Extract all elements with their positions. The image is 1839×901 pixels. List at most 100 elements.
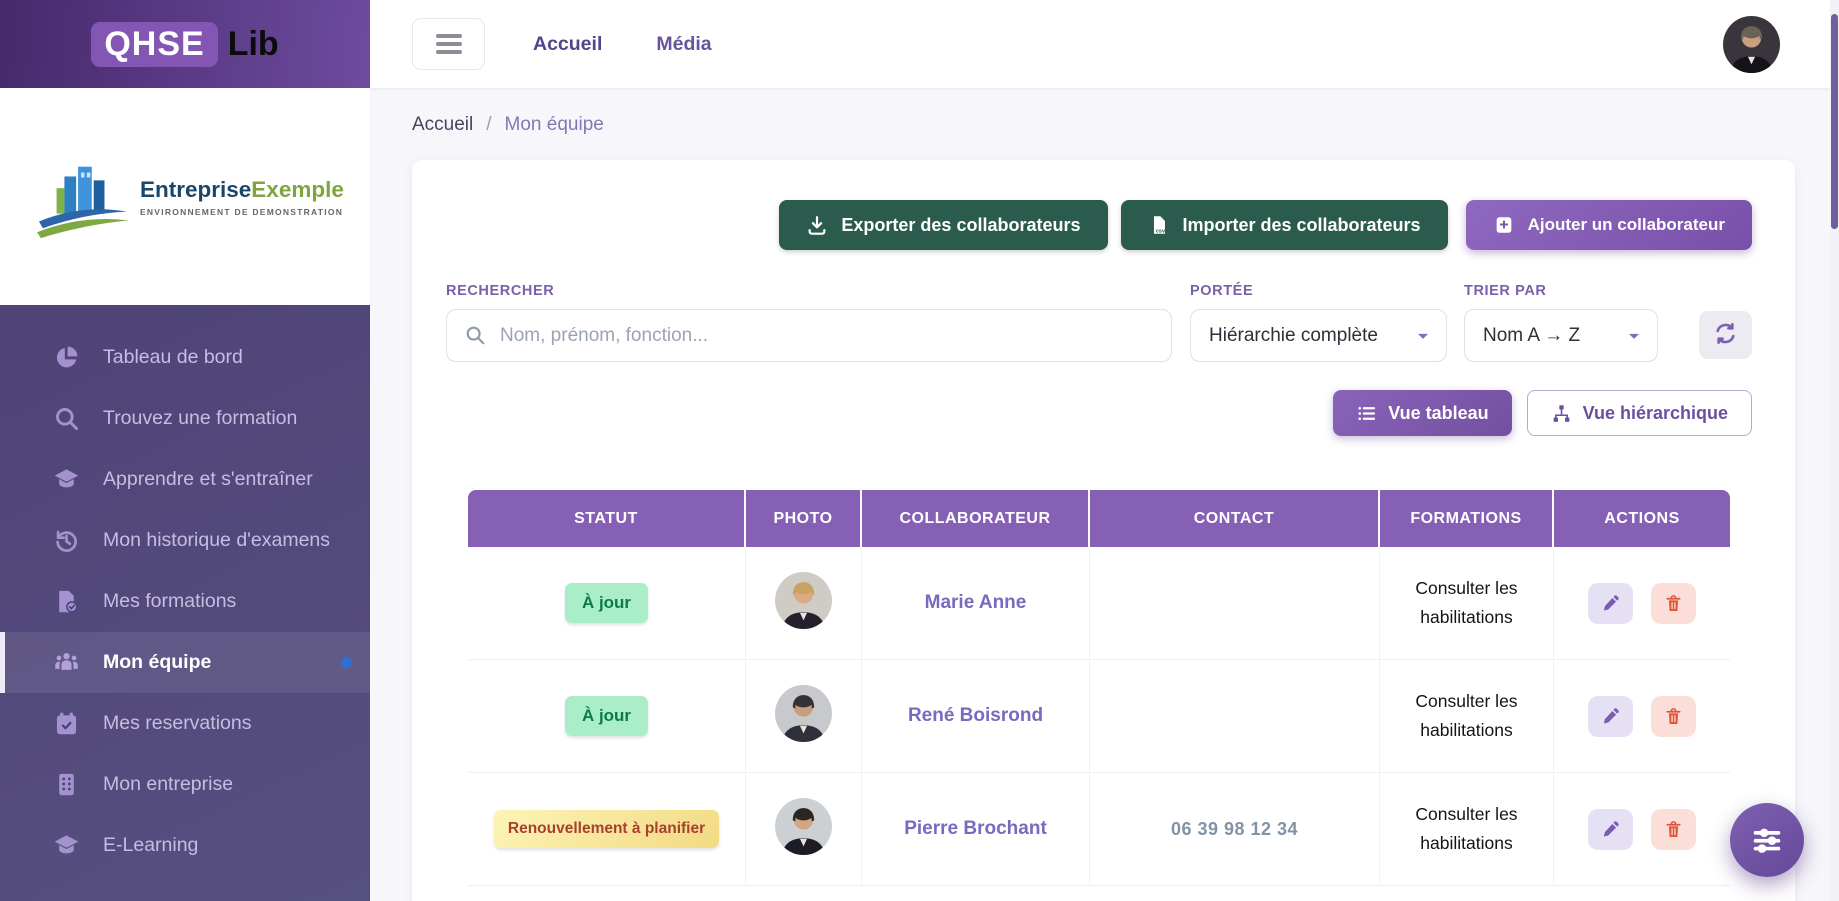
collaborator-photo bbox=[775, 798, 832, 855]
sidebar-item-mes-reservations[interactable]: Mes reservations bbox=[0, 693, 370, 754]
pencil-icon bbox=[1601, 707, 1620, 726]
chevron-down-icon bbox=[1413, 326, 1433, 346]
header-photo: PHOTO bbox=[746, 490, 862, 547]
sidebar-item-label: Mon équipe bbox=[103, 651, 211, 674]
edit-button[interactable] bbox=[1588, 696, 1633, 737]
consult-habilitations-link[interactable]: Consulter les habilitations bbox=[1404, 574, 1529, 632]
download-icon bbox=[806, 214, 828, 236]
menu-toggle-button[interactable] bbox=[412, 18, 485, 70]
logo-qhse: QHSE bbox=[91, 22, 217, 67]
toolbar: Exporter des collaborateurs csv Importer… bbox=[446, 200, 1752, 250]
status-badge: À jour bbox=[565, 696, 648, 736]
add-collaborator-button[interactable]: Ajouter un collaborateur bbox=[1466, 200, 1752, 250]
table-view-button[interactable]: Vue tableau bbox=[1333, 390, 1511, 436]
team-icon bbox=[53, 649, 80, 676]
edit-button[interactable] bbox=[1588, 583, 1633, 624]
search-label: RECHERCHER bbox=[446, 283, 1172, 299]
logo-lib: Lib bbox=[228, 25, 279, 64]
import-label: Importer des collaborateurs bbox=[1183, 215, 1421, 236]
sidebar-item-mon-historique-d-examens[interactable]: Mon historique d'examens bbox=[0, 510, 370, 571]
sidebar-item-mon-entreprise[interactable]: Mon entreprise bbox=[0, 754, 370, 815]
sitemap-icon bbox=[1551, 403, 1572, 424]
sort-select[interactable]: Nom A → Z bbox=[1464, 309, 1658, 362]
breadcrumb: Accueil / Mon équipe bbox=[412, 112, 1795, 138]
export-label: Exporter des collaborateurs bbox=[841, 215, 1080, 236]
refresh-icon bbox=[1713, 321, 1738, 349]
sidebar-item-e-learning[interactable]: E-Learning bbox=[0, 815, 370, 876]
filters-fab[interactable] bbox=[1730, 803, 1804, 877]
sliders-icon bbox=[1747, 820, 1787, 860]
file-check-icon bbox=[53, 588, 80, 615]
scope-select[interactable]: Hiérarchie complète bbox=[1190, 309, 1447, 362]
company-logo-block: EntrepriseExemple ENVIRONNEMENT DE DEMON… bbox=[0, 88, 370, 305]
table-header-row: STATUT PHOTO COLLABORATEUR CONTACT FORMA… bbox=[468, 490, 1730, 547]
breadcrumb-home[interactable]: Accueil bbox=[412, 114, 473, 136]
sidebar-item-mes-formations[interactable]: Mes formations bbox=[0, 571, 370, 632]
search-icon bbox=[464, 324, 486, 346]
svg-text:csv: csv bbox=[1155, 229, 1165, 235]
sidebar-item-trouvez-une-formation[interactable]: Trouvez une formation bbox=[0, 388, 370, 449]
edit-button[interactable] bbox=[1588, 809, 1633, 850]
sort-value: Nom A → Z bbox=[1483, 325, 1580, 347]
calendar-check-icon bbox=[53, 710, 80, 737]
trash-icon bbox=[1664, 820, 1683, 839]
consult-habilitations-link[interactable]: Consulter les habilitations bbox=[1404, 687, 1529, 745]
sidebar-item-label: Tableau de bord bbox=[103, 346, 243, 369]
table-row: À jour René Boisrond Consulter les habilit… bbox=[468, 660, 1730, 773]
header-formations: FORMATIONS bbox=[1380, 490, 1554, 547]
pie-chart-icon bbox=[53, 344, 80, 371]
plus-square-icon bbox=[1493, 214, 1515, 236]
collaborator-name[interactable]: Marie Anne bbox=[925, 592, 1027, 613]
delete-button[interactable] bbox=[1651, 583, 1696, 624]
header-statut: STATUT bbox=[468, 490, 746, 547]
collaborator-name[interactable]: Pierre Brochant bbox=[904, 818, 1047, 839]
hamburger-icon bbox=[436, 30, 462, 59]
company-name: EntrepriseExemple bbox=[140, 177, 344, 203]
table-row: Renouvellement à planifierPierre Brochan… bbox=[468, 773, 1730, 886]
table-view-label: Vue tableau bbox=[1388, 403, 1488, 424]
hierarchy-view-button[interactable]: Vue hiérarchique bbox=[1527, 390, 1752, 436]
sidebar-item-label: Mon historique d'examens bbox=[103, 529, 330, 552]
view-toggle: Vue tableau Vue hiérarchique bbox=[446, 390, 1752, 436]
sidebar-item-label: Mon entreprise bbox=[103, 773, 233, 796]
file-csv-icon: csv bbox=[1148, 214, 1170, 236]
page-content: Accueil / Mon équipe Exporter des collab… bbox=[370, 88, 1839, 901]
notification-dot bbox=[341, 657, 352, 668]
sidebar-menu: Tableau de bord Trouvez une formation Appr… bbox=[0, 305, 370, 901]
header-contact: CONTACT bbox=[1090, 490, 1380, 547]
scrollbar-thumb[interactable] bbox=[1831, 14, 1838, 229]
sidebar-item-apprendre-et-s-entra-ner[interactable]: Apprendre et s'entraîner bbox=[0, 449, 370, 510]
search-input[interactable] bbox=[446, 309, 1172, 362]
trash-icon bbox=[1664, 594, 1683, 613]
status-badge: À jour bbox=[565, 583, 648, 623]
collaborator-contact: 06 39 98 12 34 bbox=[1171, 819, 1298, 839]
collaborator-photo bbox=[775, 572, 832, 629]
add-label: Ajouter un collaborateur bbox=[1528, 215, 1725, 235]
export-collaborators-button[interactable]: Exporter des collaborateurs bbox=[779, 200, 1107, 250]
company-logo-icon bbox=[32, 153, 132, 241]
refresh-button[interactable] bbox=[1699, 311, 1752, 359]
elearning-icon bbox=[53, 832, 80, 859]
scope-value: Hiérarchie complète bbox=[1209, 325, 1378, 347]
pencil-icon bbox=[1601, 594, 1620, 613]
topbar: Accueil Média bbox=[370, 0, 1839, 88]
sidebar-item-tableau-de-bord[interactable]: Tableau de bord bbox=[0, 327, 370, 388]
collaborator-name[interactable]: René Boisrond bbox=[908, 705, 1043, 726]
sidebar-item-mon-quipe[interactable]: Mon équipe bbox=[0, 632, 370, 693]
nav-media[interactable]: Média bbox=[656, 33, 711, 56]
sidebar-item-label: Trouvez une formation bbox=[103, 407, 297, 430]
import-collaborators-button[interactable]: csv Importer des collaborateurs bbox=[1121, 200, 1448, 250]
scrollbar[interactable] bbox=[1830, 0, 1839, 901]
hierarchy-view-label: Vue hiérarchique bbox=[1583, 403, 1728, 424]
sidebar-item-label: E-Learning bbox=[103, 834, 198, 857]
sidebar-item-label: Apprendre et s'entraîner bbox=[103, 468, 313, 491]
delete-button[interactable] bbox=[1651, 809, 1696, 850]
table-row: À jour Marie Anne Consulter les habilitati… bbox=[468, 547, 1730, 660]
app-logo: QHSE Lib bbox=[0, 0, 370, 88]
consult-habilitations-link[interactable]: Consulter les habilitations bbox=[1404, 800, 1529, 858]
collaborator-photo bbox=[775, 685, 832, 742]
user-avatar[interactable] bbox=[1723, 16, 1780, 73]
scope-label: PORTÉE bbox=[1190, 283, 1447, 299]
delete-button[interactable] bbox=[1651, 696, 1696, 737]
nav-accueil[interactable]: Accueil bbox=[533, 33, 602, 56]
